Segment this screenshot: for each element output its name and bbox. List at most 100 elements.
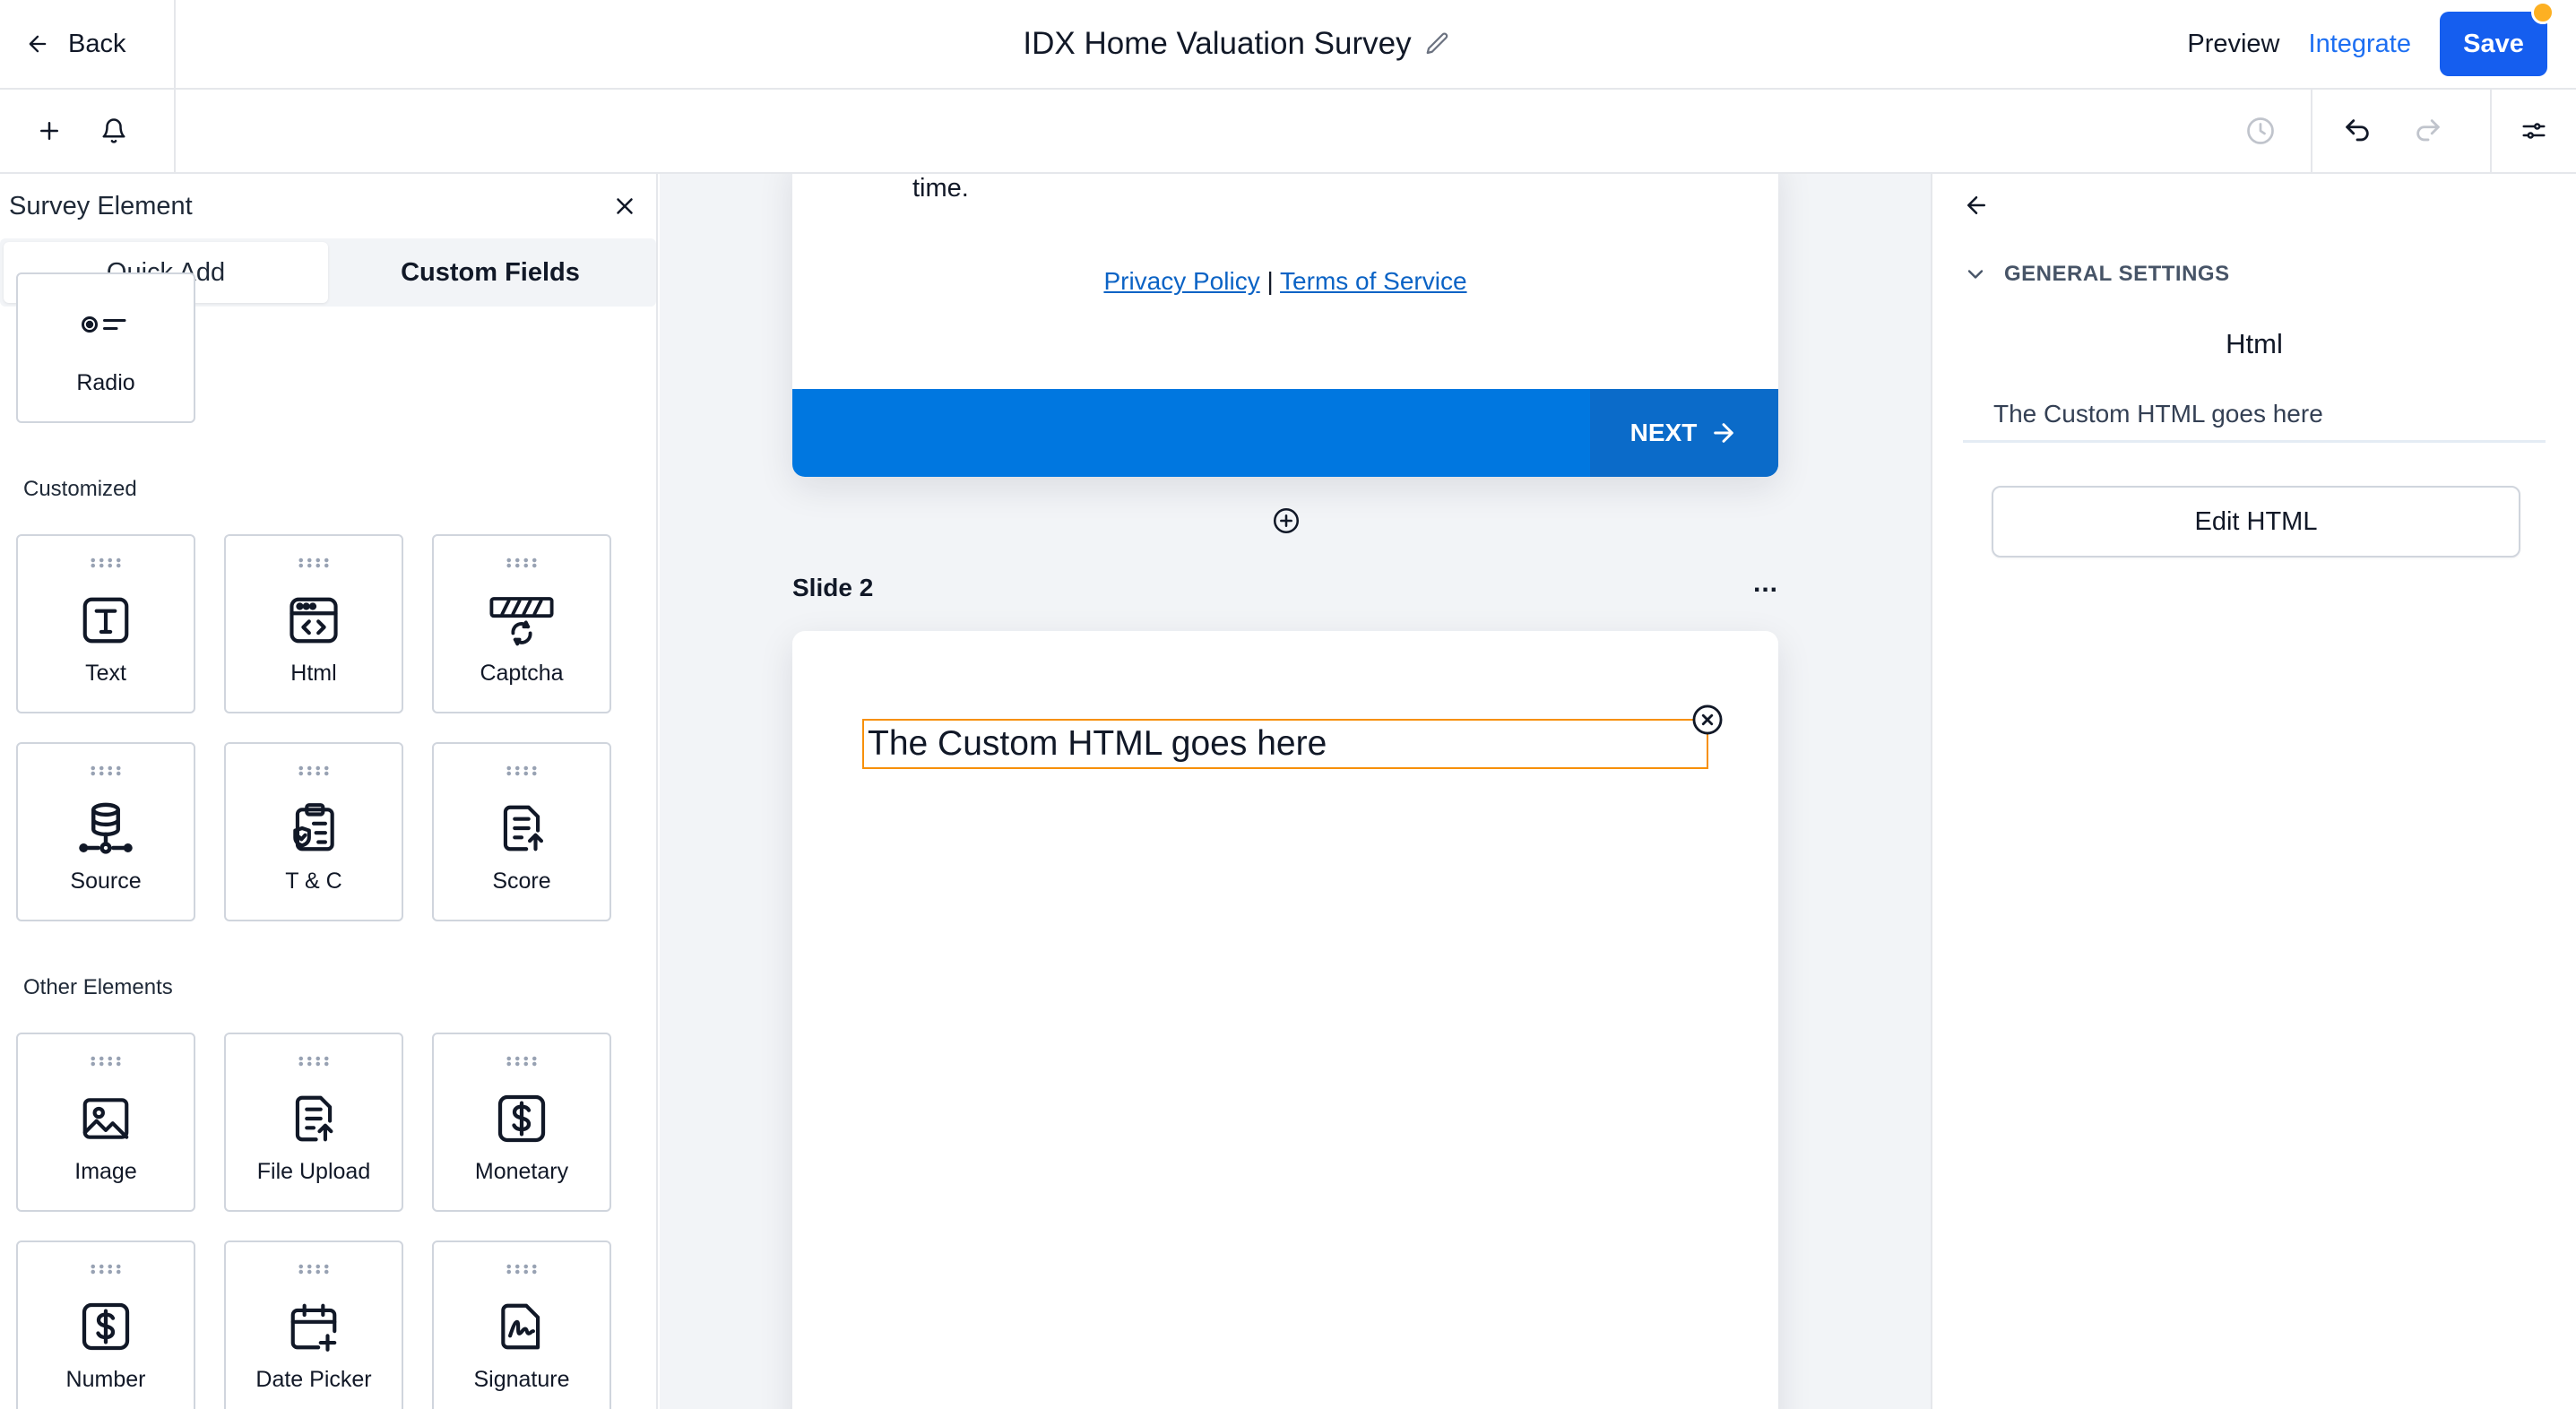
add-slide-button[interactable]	[1271, 506, 1301, 536]
drag-handle-icon[interactable]	[297, 1056, 331, 1067]
undo-icon[interactable]	[2312, 90, 2402, 172]
bell-icon[interactable]	[100, 117, 127, 144]
settings-sliders-icon[interactable]	[2492, 90, 2576, 172]
element-card-label: Captcha	[480, 661, 564, 686]
score-icon	[489, 796, 554, 860]
captcha-icon	[489, 588, 554, 653]
selected-html-element[interactable]: The Custom HTML goes here	[862, 719, 1708, 769]
drag-handle-icon[interactable]	[89, 558, 123, 568]
element-card-terms[interactable]: T & C	[224, 742, 403, 921]
editor-toolbar	[0, 90, 2576, 174]
general-settings-title: GENERAL SETTINGS	[2004, 262, 2230, 286]
element-card-monetary[interactable]: Monetary	[432, 1033, 611, 1212]
drag-handle-icon[interactable]	[297, 558, 331, 568]
privacy-policy-link[interactable]: Privacy Policy	[1103, 267, 1259, 295]
back-label: Back	[68, 29, 126, 58]
element-type-title: Html	[2226, 328, 2283, 359]
element-card-label: Radio	[76, 370, 135, 395]
plus-circle-icon	[1273, 507, 1300, 534]
next-label: NEXT	[1629, 419, 1698, 446]
element-card-score[interactable]: Score	[432, 742, 611, 921]
drag-handle-icon[interactable]	[505, 765, 539, 776]
arrow-left-icon	[29, 35, 47, 53]
unsaved-indicator-dot	[2531, 1, 2554, 24]
slide-1-footer: NEXT	[792, 389, 1778, 477]
consent-text-tail: time.	[912, 174, 969, 203]
element-settings-panel: GENERAL SETTINGS Html The Custom HTML go…	[1931, 174, 2576, 1409]
element-card-label: Html	[290, 661, 337, 686]
save-button[interactable]: Save	[2440, 1, 2554, 76]
element-card-label: Monetary	[474, 1159, 569, 1184]
drag-handle-icon[interactable]	[505, 1056, 539, 1067]
tab-custom-fields[interactable]: Custom Fields	[328, 242, 653, 303]
edit-title-icon[interactable]	[1424, 30, 1451, 57]
monetary-icon	[489, 1086, 554, 1151]
drag-handle-icon[interactable]	[89, 1264, 123, 1275]
radio-icon	[73, 292, 138, 357]
top-bar: Back IDX Home Valuation Survey Preview I…	[0, 0, 2576, 90]
drag-handle-icon[interactable]	[505, 1264, 539, 1275]
element-card-html[interactable]: Html	[224, 534, 403, 713]
arrow-left-icon	[1967, 196, 1985, 214]
back-button[interactable]: Back	[0, 0, 176, 88]
preview-button[interactable]: Preview	[2187, 30, 2279, 59]
slide-2-card: The Custom HTML goes here	[792, 631, 1778, 1409]
element-card-label: T & C	[285, 869, 342, 894]
drag-handle-icon[interactable]	[89, 1056, 123, 1067]
general-settings-toggle[interactable]: GENERAL SETTINGS	[1963, 262, 2230, 287]
source-icon	[73, 796, 138, 860]
panel-header: Survey Element	[0, 174, 656, 238]
html-content-preview: The Custom HTML goes here	[1963, 387, 2546, 443]
chevron-down-icon	[1967, 270, 1984, 279]
history-icon[interactable]	[2210, 90, 2312, 172]
drag-handle-icon[interactable]	[505, 558, 539, 568]
element-card-label: Score	[492, 869, 551, 894]
slide-1-card: time. Privacy Policy | Terms of Service …	[792, 174, 1778, 477]
close-circle-icon	[1692, 704, 1723, 735]
element-card-file-upload[interactable]: File Upload	[224, 1033, 403, 1212]
section-title-other-elements: Other Elements	[23, 975, 173, 999]
drag-handle-icon[interactable]	[89, 765, 123, 776]
drag-handle-icon[interactable]	[297, 1264, 331, 1275]
text-icon	[73, 588, 138, 653]
remove-element-button[interactable]	[1690, 703, 1725, 737]
number-icon	[73, 1294, 138, 1359]
plus-icon[interactable]	[36, 117, 63, 144]
element-card-captcha[interactable]: Captcha	[432, 534, 611, 713]
tab-custom-fields-label: Custom Fields	[401, 257, 580, 287]
image-icon	[73, 1086, 138, 1151]
terms-of-service-link[interactable]: Terms of Service	[1280, 267, 1467, 295]
element-card-label: Number	[65, 1367, 146, 1392]
element-card-label: File Upload	[256, 1159, 371, 1184]
next-button[interactable]: NEXT	[1590, 389, 1778, 477]
element-card-label: Signature	[473, 1367, 570, 1392]
element-card-date-picker[interactable]: Date Picker	[224, 1240, 403, 1409]
legal-separator: |	[1266, 267, 1274, 295]
element-card-text[interactable]: Text	[16, 534, 195, 713]
element-card-radio[interactable]: Radio	[16, 272, 195, 423]
save-label: Save	[2463, 29, 2524, 58]
close-icon[interactable]	[611, 193, 638, 220]
slide-2-label: Slide 2	[792, 574, 874, 601]
file-upload-icon	[281, 1086, 346, 1151]
element-card-label: Image	[74, 1159, 137, 1184]
top-actions: Preview Integrate Save	[2187, 0, 2554, 88]
section-title-customized: Customized	[23, 477, 137, 501]
element-card-signature[interactable]: Signature	[432, 1240, 611, 1409]
terms-icon	[281, 796, 346, 860]
edit-html-button[interactable]: Edit HTML	[1992, 486, 2520, 558]
survey-canvas: time. Privacy Policy | Terms of Service …	[660, 174, 1931, 1409]
toolbar-right	[2210, 90, 2576, 172]
signature-icon	[489, 1294, 554, 1359]
settings-back-button[interactable]	[1963, 192, 1990, 223]
toolbar-left	[0, 90, 176, 172]
element-card-source[interactable]: Source	[16, 742, 195, 921]
integrate-button[interactable]: Integrate	[2309, 30, 2411, 59]
element-card-label: Text	[85, 661, 126, 686]
redo-icon[interactable]	[2402, 90, 2492, 172]
element-card-number[interactable]: Number	[16, 1240, 195, 1409]
survey-title: IDX Home Valuation Survey	[1023, 26, 1412, 61]
element-card-image[interactable]: Image	[16, 1033, 195, 1212]
drag-handle-icon[interactable]	[297, 765, 331, 776]
slide-options-menu[interactable]: ...	[1753, 568, 1778, 599]
